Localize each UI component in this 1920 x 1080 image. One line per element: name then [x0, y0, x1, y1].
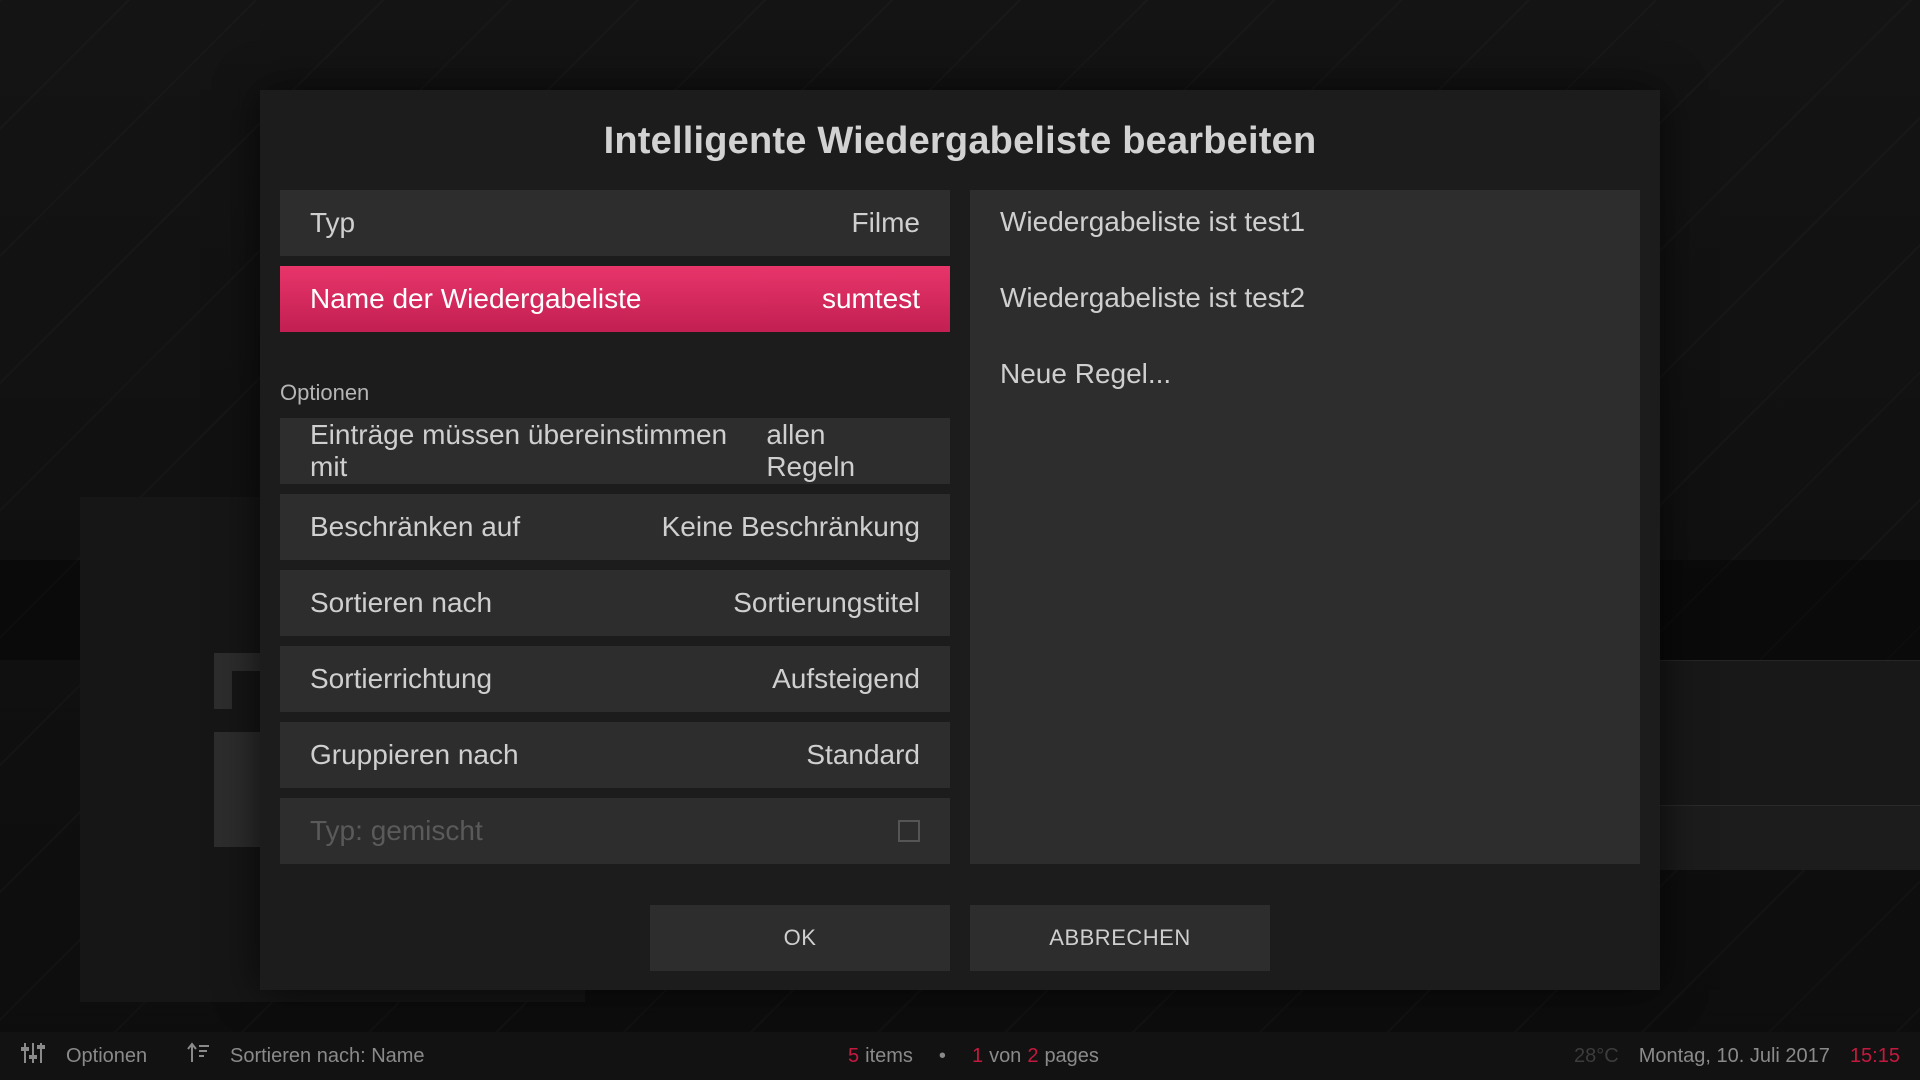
option-label: Sortierrichtung [310, 663, 493, 694]
footer-options-label: Optionen [66, 1044, 148, 1067]
mixed-type-checkbox[interactable] [898, 820, 920, 842]
type-label: Typ [310, 207, 356, 238]
playlist-name-label: Name der Wiedergabeliste [310, 283, 642, 314]
sort-direction-row[interactable]: Sortierrichtung Aufsteigend [280, 646, 950, 712]
background-shape [214, 732, 262, 847]
status-bar: Optionen Sortieren nach: Name 5 items • … [0, 1032, 1920, 1080]
page-total: 2 [1027, 1044, 1039, 1067]
background-right-row [1660, 805, 1920, 870]
sort-by-row[interactable]: Sortieren nach Sortierungstitel [280, 570, 950, 636]
background-shape [214, 653, 262, 709]
option-label: Einträge müssen übereinstimmen mit [310, 419, 728, 482]
mixed-type-row[interactable]: Typ: gemischt [280, 798, 950, 864]
option-label: Beschränken auf [310, 511, 521, 542]
option-value: Sortierungstitel [733, 587, 920, 618]
sort-icon [186, 1042, 210, 1070]
option-value: allen Regeln [766, 419, 856, 482]
footer-sort-label: Sortieren nach: Name [230, 1044, 425, 1067]
playlist-name-row[interactable]: Name der Wiedergabeliste sumtest [280, 266, 950, 332]
items-word: items [865, 1044, 913, 1067]
mixed-type-label: Typ: gemischt [310, 815, 483, 846]
footer-item-count: 5 items • 1 von 2 pages [848, 1045, 1099, 1068]
temperature: 28°C [1574, 1044, 1619, 1067]
type-row[interactable]: Typ Filme [280, 190, 950, 256]
items-count: 5 [848, 1044, 860, 1067]
playlist-name-value: sumtest [821, 283, 920, 314]
rule-item[interactable]: Wiedergabeliste ist test1 [1000, 206, 1305, 238]
option-value: Standard [806, 739, 920, 770]
smart-playlist-dialog: Intelligente Wiedergabeliste bearbeiten … [260, 90, 1660, 990]
option-label: Gruppieren nach [310, 739, 519, 770]
option-value: Aufsteigend [772, 663, 920, 694]
footer-clock: 28°C Montag, 10. Juli 2017 15:15 [1574, 1045, 1900, 1068]
type-value: Filme [851, 207, 920, 238]
footer-options[interactable]: Optionen [20, 1042, 147, 1070]
options-section-label: Optionen [280, 380, 370, 405]
limit-row[interactable]: Beschränken auf Keine Beschränkung [280, 494, 950, 560]
separator-bullet: • [938, 1044, 946, 1067]
page-von: von [989, 1044, 1022, 1067]
footer-sort[interactable]: Sortieren nach: Name [186, 1042, 425, 1070]
pages-word: pages [1044, 1044, 1099, 1067]
match-rule-row[interactable]: Einträge müssen übereinstimmen mit allen… [280, 418, 950, 484]
time: 15:15 [1849, 1044, 1900, 1067]
rules-list: Wiedergabeliste ist test1 Wiedergabelist… [970, 190, 1640, 864]
cancel-button[interactable]: ABBRECHEN [970, 905, 1270, 971]
option-label: Sortieren nach [310, 587, 493, 618]
date: Montag, 10. Juli 2017 [1638, 1044, 1830, 1067]
group-by-row[interactable]: Gruppieren nach Standard [280, 722, 950, 788]
new-rule-item[interactable]: Neue Regel... [1000, 358, 1171, 390]
page-current: 1 [971, 1044, 984, 1067]
dialog-title: Intelligente Wiedergabeliste bearbeiten [603, 120, 1317, 162]
ok-button[interactable]: OK [650, 905, 950, 971]
option-value: Keine Beschränkung [661, 511, 920, 542]
sliders-icon [20, 1042, 46, 1070]
rule-item[interactable]: Wiedergabeliste ist test2 [1000, 282, 1305, 314]
